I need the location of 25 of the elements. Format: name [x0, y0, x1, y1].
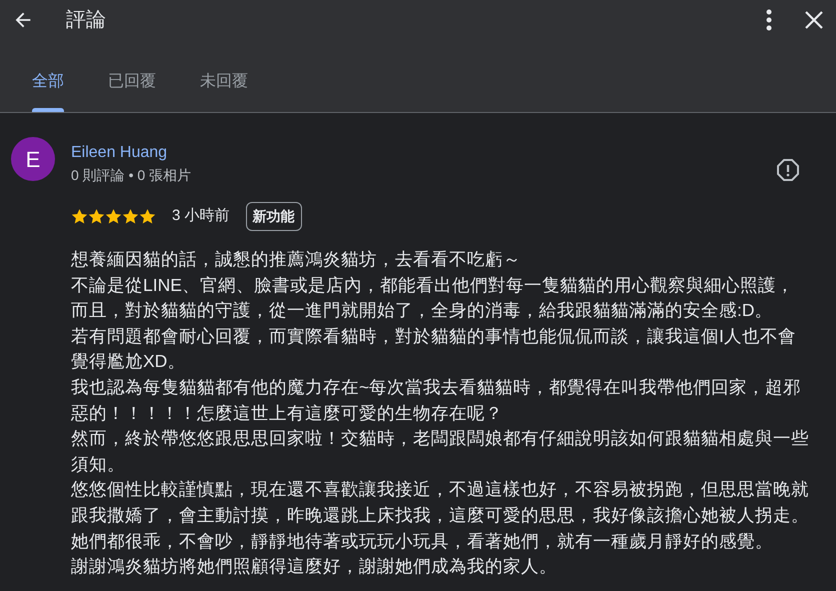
- tab[interactable]: 未回覆: [200, 56, 248, 112]
- tab[interactable]: 已回覆: [108, 56, 156, 112]
- review-paragraph: 想養緬因貓的話，誠懇的推薦鴻炎貓坊，去看看不吃虧～: [71, 248, 522, 271]
- new-feature-button[interactable]: 新功能: [246, 202, 302, 231]
- star-icon: [71, 208, 88, 225]
- star-icon: [139, 208, 156, 225]
- star-icon: [88, 208, 105, 225]
- author-stats: 0 則評論 • 0 張相片: [71, 166, 192, 185]
- author-name[interactable]: Eileen Huang: [71, 141, 192, 165]
- review-paragraph: 不論是從LINE、官網、臉書或是店內，都能看出他們對每一隻貓貓的用心觀察與細心照護，而且，對於貓貓的守護，從一進門就開始了，全身的消毒，給我跟貓貓滿滿的安全感:D。: [71, 274, 795, 322]
- review-paragraph: 然而，終於帶悠悠跟思思回家啦！交貓時，老闆跟闆娘都有仔細說明該如何跟貓貓相處與一些須知。: [71, 427, 810, 476]
- close-icon[interactable]: [804, 10, 824, 30]
- tab[interactable]: 全部: [32, 56, 64, 112]
- review-paragraph: 謝謝鴻炎貓坊將她們照顧得這麼好，謝謝她們成為我的家人。: [71, 555, 558, 578]
- avatar: E: [11, 137, 55, 181]
- more-options-icon[interactable]: [766, 9, 772, 31]
- star-icon: [122, 208, 139, 225]
- review-paragraph: 悠悠個性比較謹慎點，現在還不喜歡讓我接近，不過這樣也好，不容易被拐跑，但思思當晚就跟我撒嬌了，會主動討摸，昨晚還跳上床找我，這麼可愛的思思，我好像該擔心她被人拐走。: [71, 478, 810, 527]
- review-paragraph: 我也認為每隻貓貓都有他的魔力存在~每次當我去看貓貓時，都覺得在叫我帶他們回家，超邪惡的！！！！！怎麼這世上有這麼可愛的生物存在呢？: [71, 376, 802, 425]
- star-icon: [105, 208, 122, 225]
- review-paragraph: 若有問題都會耐心回覆，而實際看貓時，對於貓貓的事情也能侃侃而談，讓我這個I人也不會覺得尷尬XD。: [71, 324, 797, 374]
- review-paragraph: 她們都很乖，不會吵，靜靜地待著或玩玩小玩具，看著她們，就有一種歲月靜好的感覺。: [71, 530, 774, 553]
- page-title: 評論: [66, 8, 106, 33]
- review-time: 3 小時前: [172, 206, 230, 226]
- report-icon[interactable]: [776, 158, 800, 182]
